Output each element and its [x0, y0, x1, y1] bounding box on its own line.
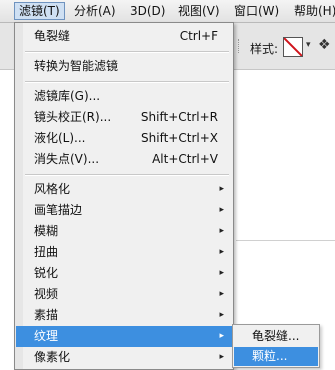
menu-item-brush-strokes[interactable]: 画笔描边 ▸ — [16, 200, 232, 221]
menu-item-label: 视频 — [34, 287, 59, 301]
menubar-window[interactable]: 窗口(W) — [230, 2, 283, 20]
menu-item-label: 滤镜库(G)... — [34, 89, 101, 103]
menu-item-label: 扭曲 — [34, 245, 59, 259]
options-separator — [238, 39, 245, 53]
menu-item-label: 纹理 — [34, 329, 59, 343]
menu-item-liquify[interactable]: 液化(L)... Shift+Ctrl+X — [16, 128, 232, 149]
menu-item-texture[interactable]: 纹理 ▸ — [16, 326, 232, 347]
filter-menu: 龟裂缝 Ctrl+F 转换为智能滤镜 滤镜库(G)... 镜头校正(R)... … — [14, 22, 234, 370]
menu-separator — [25, 174, 229, 176]
menu-item-last-filter[interactable]: 龟裂缝 Ctrl+F — [16, 26, 232, 47]
menu-item-vanishing-point[interactable]: 消失点(V)... Alt+Ctrl+V — [16, 149, 232, 170]
menu-item-sketch[interactable]: 素描 ▸ — [16, 305, 232, 326]
no-style-icon[interactable] — [283, 37, 303, 57]
menu-item-label: 消失点(V)... — [34, 152, 100, 166]
menu-item-label: 素描 — [34, 308, 59, 322]
submenu-arrow-icon: ▸ — [219, 331, 224, 341]
menu-item-label: 龟裂缝 — [34, 29, 71, 43]
menu-item-pixelate[interactable]: 像素化 ▸ — [16, 347, 232, 368]
submenu-arrow-icon: ▸ — [219, 226, 224, 236]
menu-item-stylize[interactable]: 风格化 ▸ — [16, 179, 232, 200]
menu-item-label: 镜头校正(R)... — [34, 110, 112, 124]
submenu-arrow-icon: ▸ — [219, 289, 224, 299]
menu-item-blur[interactable]: 模糊 ▸ — [16, 221, 232, 242]
menu-item-label: 液化(L)... — [34, 131, 86, 145]
submenu-arrow-icon: ▸ — [219, 184, 224, 194]
submenu-item-craquelure[interactable]: 龟裂缝... — [234, 327, 318, 346]
menu-item-label: 转换为智能滤镜 — [34, 59, 119, 73]
submenu-item-label: 龟裂缝... — [252, 329, 300, 343]
menu-item-shortcut: Ctrl+F — [179, 29, 218, 43]
submenu-arrow-icon: ▸ — [219, 247, 224, 257]
menubar-3d[interactable]: 3D(D) — [126, 2, 169, 20]
menu-item-convert-smart-filter[interactable]: 转换为智能滤镜 — [16, 56, 232, 77]
menubar-help[interactable]: 帮助(H) — [290, 2, 335, 20]
menu-item-shortcut: Shift+Ctrl+R — [140, 110, 218, 124]
submenu-arrow-icon: ▸ — [219, 268, 224, 278]
menu-item-label: 像素化 — [34, 350, 71, 364]
menu-item-label: 画笔描边 — [34, 203, 83, 217]
canvas-edge — [236, 240, 335, 241]
menu-separator — [25, 51, 229, 53]
submenu-arrow-icon: ▸ — [219, 310, 224, 320]
menu-item-label: 锐化 — [34, 266, 59, 280]
submenu-item-grain[interactable]: 颗粒... — [234, 347, 318, 366]
menu-item-shortcut: Alt+Ctrl+V — [152, 152, 218, 166]
menu-item-lens-correction[interactable]: 镜头校正(R)... Shift+Ctrl+R — [16, 107, 232, 128]
menu-item-label: 模糊 — [34, 224, 59, 238]
submenu-item-label: 颗粒... — [252, 349, 288, 363]
submenu-arrow-icon: ▸ — [219, 352, 224, 362]
menu-separator — [25, 81, 229, 83]
menu-item-label: 风格化 — [34, 182, 71, 196]
menu-item-video[interactable]: 视频 ▸ — [16, 284, 232, 305]
menu-item-shortcut: Shift+Ctrl+X — [141, 131, 218, 145]
menu-item-sharpen[interactable]: 锐化 ▸ — [16, 263, 232, 284]
menubar-view[interactable]: 视图(V) — [174, 2, 224, 20]
submenu-arrow-icon: ▸ — [219, 205, 224, 215]
style-dropdown-arrow-icon[interactable]: ▾ — [306, 40, 311, 50]
style-label: 样式: — [250, 42, 279, 56]
menu-item-distort[interactable]: 扭曲 ▸ — [16, 242, 232, 263]
texture-submenu: 龟裂缝... 颗粒... — [232, 324, 320, 368]
menubar-analysis[interactable]: 分析(A) — [70, 2, 120, 20]
menubar-filter[interactable]: 滤镜(T) — [14, 2, 65, 20]
menu-bar: 滤镜(T) 分析(A) 3D(D) 视图(V) 窗口(W) 帮助(H) — [0, 0, 335, 23]
menu-item-filter-gallery[interactable]: 滤镜库(G)... — [16, 86, 232, 107]
tool-options-icon[interactable]: ❖ — [318, 37, 331, 53]
